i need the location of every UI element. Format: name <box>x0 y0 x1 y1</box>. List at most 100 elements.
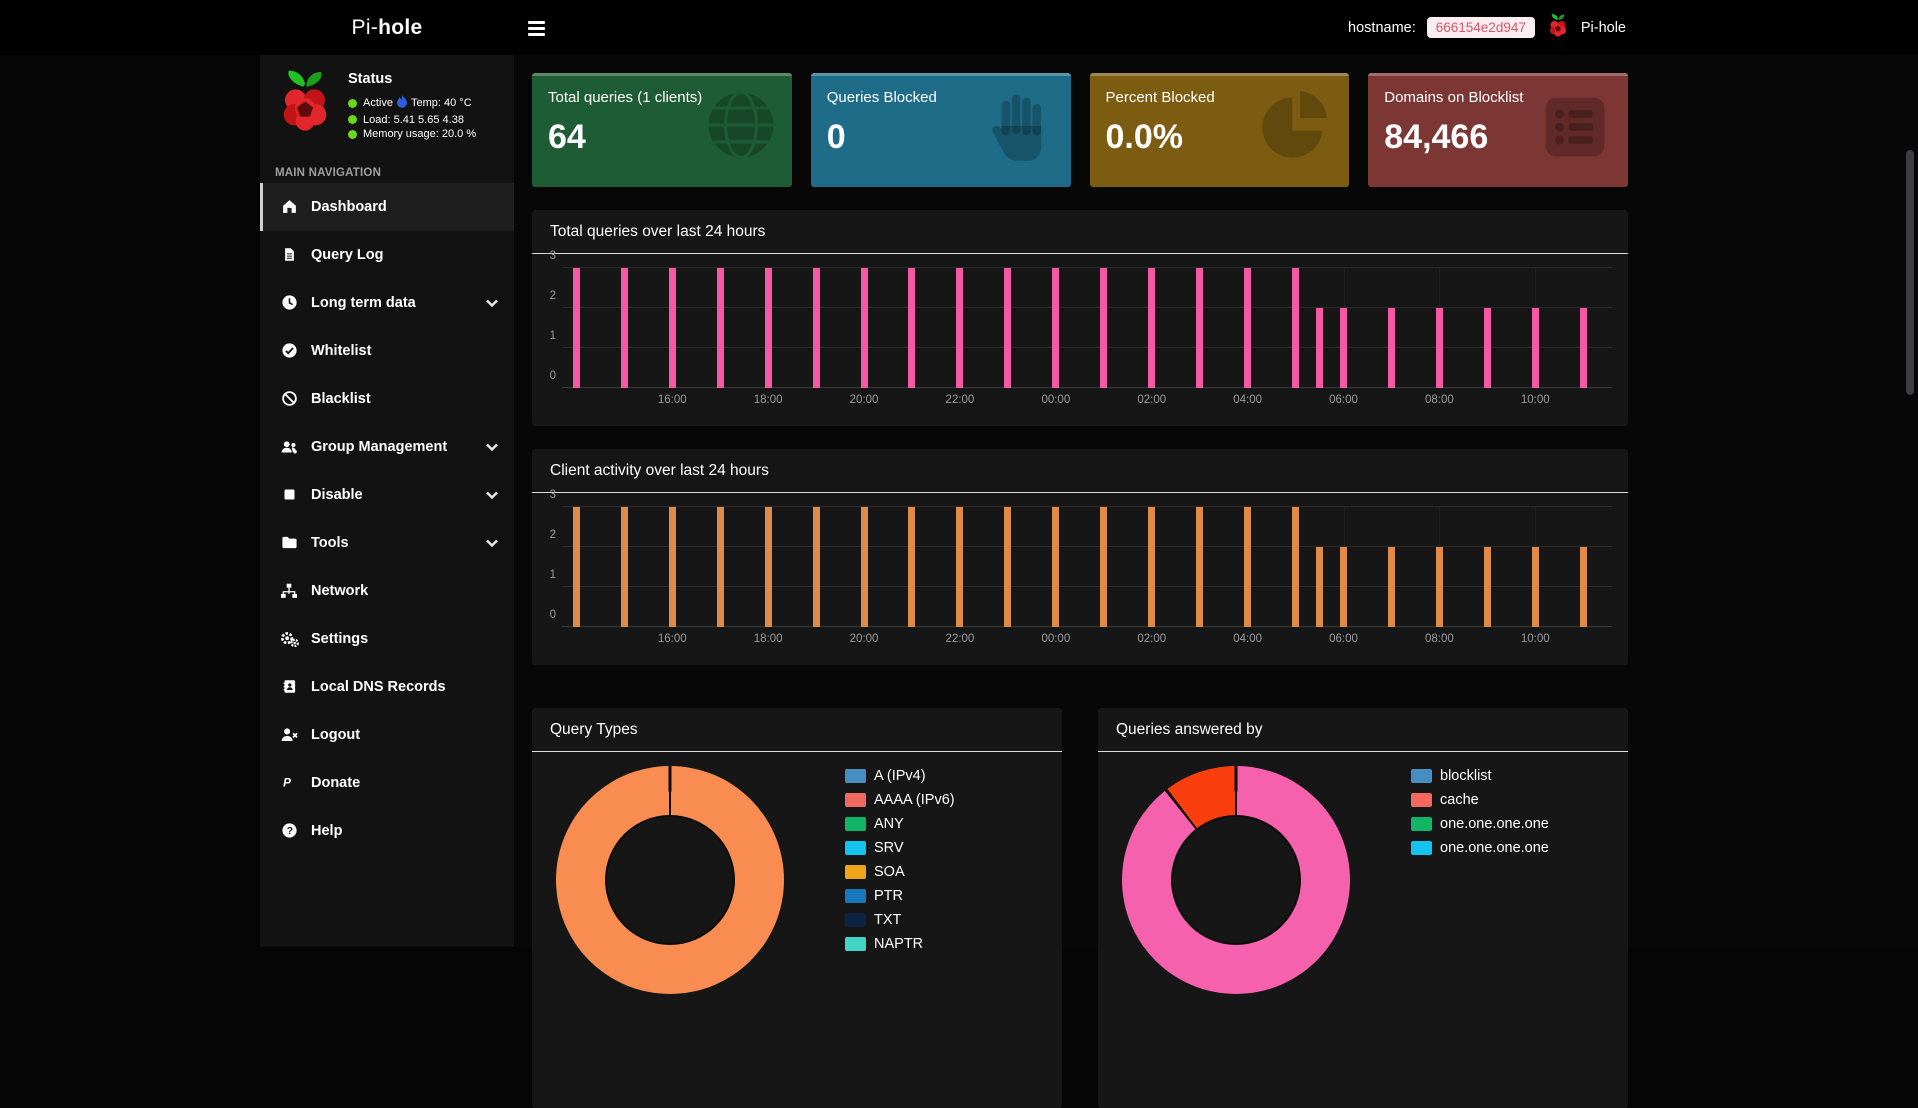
x-axis-tick: 04:00 <box>1233 394 1262 406</box>
sidebar-item-label: Settings <box>311 631 368 647</box>
total-queries-chart: 16:0018:0020:0022:0000:0002:0004:0006:00… <box>562 262 1612 426</box>
client-activity-chart: 16:0018:0020:0022:0000:0002:0004:0006:00… <box>562 501 1612 665</box>
status-active-row: Active Temp: 40 °C <box>348 95 476 111</box>
hand-icon <box>981 88 1057 169</box>
raspberry-icon <box>1546 13 1570 42</box>
bar-03:00 <box>1196 268 1203 388</box>
sidebar-item-long-term-data[interactable]: Long term data <box>260 279 514 327</box>
legend-swatch <box>1411 793 1432 807</box>
query-types-legend: A (IPv4) AAAA (IPv6) ANY SRV SOA PTR TXT NAPTR <box>845 766 955 994</box>
legend-item-any[interactable]: ANY <box>845 816 955 832</box>
legend-item-a-ipv4-[interactable]: A (IPv4) <box>845 768 955 784</box>
status-dot-icon <box>348 99 357 108</box>
legend-swatch <box>845 841 866 855</box>
legend-item-srv[interactable]: SRV <box>845 840 955 856</box>
x-axis-tick: 00:00 <box>1041 633 1070 645</box>
panel-title: Queries answered by <box>1098 708 1628 752</box>
legend-item-cache[interactable]: cache <box>1411 792 1549 808</box>
legend-item-txt[interactable]: TXT <box>845 912 955 928</box>
main-content: Total queries (1 clients)64Queries Block… <box>514 55 1918 947</box>
sidebar-item-help[interactable]: ?Help <box>260 807 514 855</box>
sidebar-item-label: Group Management <box>311 439 447 455</box>
legend-item-one.one.one.one[interactable]: one.one.one.one <box>1411 840 1549 856</box>
bar-09:00 <box>1484 547 1491 627</box>
page-scrollbar[interactable] <box>1906 150 1914 395</box>
sidebar-item-blacklist[interactable]: Blacklist <box>260 375 514 423</box>
legend-label: AAAA (IPv6) <box>874 792 955 808</box>
x-axis-tick: 16:00 <box>658 633 687 645</box>
sidebar-item-logout[interactable]: Logout <box>260 711 514 759</box>
bar-23:00 <box>1004 507 1011 627</box>
card-domains-on-blocklist: Domains on Blocklist84,466 <box>1368 73 1628 187</box>
legend-item-naptr[interactable]: NAPTR <box>845 936 955 952</box>
bar-19:00 <box>813 268 820 388</box>
legend-label: ANY <box>874 816 904 832</box>
x-axis-tick: 06:00 <box>1329 394 1358 406</box>
y-axis-tick: 1 <box>542 569 556 581</box>
x-axis-tick: 20:00 <box>850 394 879 406</box>
sidebar-item-network[interactable]: Network <box>260 567 514 615</box>
sidebar-item-dashboard[interactable]: Dashboard <box>260 183 514 231</box>
legend-label: one.one.one.one <box>1440 816 1549 832</box>
bar-plot-area: 0123 <box>562 268 1612 388</box>
app-logo[interactable]: Pi-hole <box>260 0 514 55</box>
sidebar-toggle-button[interactable] <box>524 15 550 41</box>
legend-item-ptr[interactable]: PTR <box>845 888 955 904</box>
svg-text:?: ? <box>286 826 292 837</box>
x-axis-tick: 18:00 <box>754 633 783 645</box>
sidebar-item-local-dns-records[interactable]: Local DNS Records <box>260 663 514 711</box>
legend-swatch <box>845 793 866 807</box>
y-axis-tick: 1 <box>542 330 556 342</box>
logo-text-bold: hole <box>378 16 422 40</box>
panel-title: Total queries over last 24 hours <box>532 210 1628 254</box>
bar-03:00 <box>1196 507 1203 627</box>
legend-label: A (IPv4) <box>874 768 926 784</box>
x-axis-tick: 16:00 <box>658 394 687 406</box>
hostname-badge: 666154e2d947 <box>1427 17 1535 38</box>
bar-16:00 <box>669 507 676 627</box>
sidebar-item-query-log[interactable]: Query Log <box>260 231 514 279</box>
panel-title: Query Types <box>532 708 1062 752</box>
sidebar-item-group-management[interactable]: Group Management <box>260 423 514 471</box>
x-axis-tick: 06:00 <box>1329 633 1358 645</box>
legend-item-soa[interactable]: SOA <box>845 864 955 880</box>
logo-text-thin: Pi- <box>352 16 379 40</box>
x-axis-tick: 02:00 <box>1137 394 1166 406</box>
sidebar-item-donate[interactable]: PDonate <box>260 759 514 807</box>
bar-04:00 <box>1244 268 1251 388</box>
x-axis-tick: 04:00 <box>1233 633 1262 645</box>
legend-swatch <box>845 817 866 831</box>
bar-15:00 <box>621 507 628 627</box>
card-percent-blocked: Percent Blocked0.0% <box>1090 73 1350 187</box>
bar-10:00 <box>1532 547 1539 627</box>
bar-10:00 <box>1532 308 1539 388</box>
sidebar-item-label: Dashboard <box>311 199 387 215</box>
square-icon <box>278 487 300 502</box>
legend-item-one.one.one.one[interactable]: one.one.one.one <box>1411 816 1549 832</box>
sidebar-item-settings[interactable]: Settings <box>260 615 514 663</box>
summary-cards: Total queries (1 clients)64Queries Block… <box>532 73 1628 187</box>
legend-item-blocklist[interactable]: blocklist <box>1411 768 1549 784</box>
legend-item-aaaa-ipv6-[interactable]: AAAA (IPv6) <box>845 792 955 808</box>
temp-value: 40 °C <box>444 97 472 109</box>
hamburger-icon <box>528 21 545 24</box>
y-axis-tick: 2 <box>542 529 556 541</box>
legend-swatch <box>845 769 866 783</box>
sidebar-item-whitelist[interactable]: Whitelist <box>260 327 514 375</box>
x-axis-tick: 00:00 <box>1041 394 1070 406</box>
sidebar-item-label: Local DNS Records <box>311 679 446 695</box>
bar-02:00 <box>1148 268 1155 388</box>
pie-icon <box>1259 88 1335 169</box>
y-axis-tick: 3 <box>542 489 556 501</box>
legend-label: one.one.one.one <box>1440 840 1549 856</box>
temperature-flame-icon <box>397 95 407 111</box>
status-dot-icon <box>348 130 357 139</box>
bar-08:00 <box>1436 308 1443 388</box>
sidebar-item-disable[interactable]: Disable <box>260 471 514 519</box>
legend-swatch <box>1411 841 1432 855</box>
hostname-label: hostname: <box>1348 20 1416 36</box>
legend-swatch <box>845 865 866 879</box>
sidebar-item-tools[interactable]: Tools <box>260 519 514 567</box>
status-box: Status Active Temp: 40 °C Load: 5.41 5.6… <box>260 55 514 153</box>
status-dot-icon <box>348 115 357 124</box>
